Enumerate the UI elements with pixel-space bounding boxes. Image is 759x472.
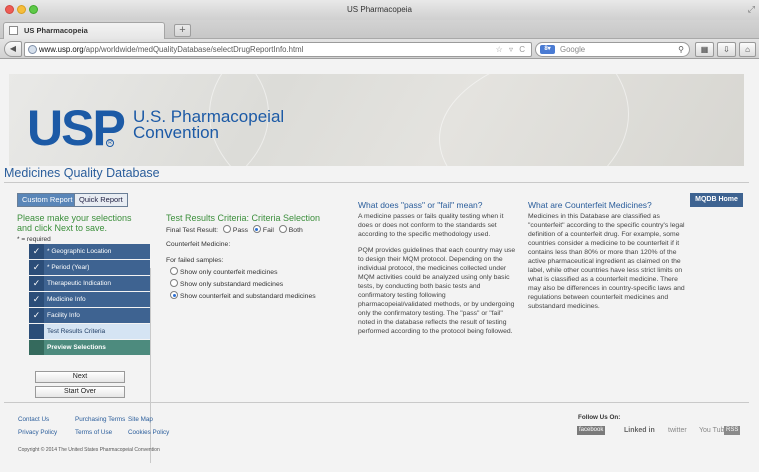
start-over-button[interactable]: Start Over — [35, 386, 125, 398]
page-content: USP R U.S. Pharmacopeial Convention Medi… — [0, 60, 759, 472]
window-title: US Pharmacopeia — [347, 5, 412, 14]
tab-us-pharmacopeia[interactable]: US Pharmacopeia — [3, 22, 165, 39]
pass-label: Pass — [232, 227, 249, 234]
step-test-results-criteria[interactable]: Test Results Criteria — [29, 324, 150, 339]
both-label: Both — [288, 227, 303, 234]
step-therapeutic-indication[interactable]: ✓ Therapeutic Indication — [29, 276, 150, 291]
instructions-heading: Please make your selections and click Ne… — [17, 213, 132, 233]
criteria-title: Test Results Criteria: Criteria Selectio… — [166, 213, 321, 223]
url-host: www.usp.org — [39, 45, 84, 54]
search-input[interactable]: 8▾ Google ⚲ — [535, 42, 690, 57]
url-bar[interactable]: www.usp.org/app/worldwide/medQualityData… — [24, 42, 532, 57]
search-icon[interactable]: ⚲ — [678, 43, 684, 56]
pass-fail-paragraph-2: PQM provides guidelines that each countr… — [358, 247, 516, 335]
step-facility-info[interactable]: ✓ Facility Info — [29, 308, 150, 323]
tab-label: US Pharmacopeia — [24, 26, 88, 35]
footer-link-privacy[interactable]: Privacy Policy — [18, 429, 57, 436]
globe-icon — [28, 45, 37, 54]
radio-button[interactable] — [170, 267, 178, 275]
counterfeit-paragraph: Medicines in this Database are classifie… — [528, 213, 685, 310]
url-path: /app/worldwide/medQualityDatabase/select… — [83, 45, 304, 54]
mqdb-home-button[interactable]: MQDB Home — [690, 193, 743, 207]
custom-report-tab[interactable]: Custom Report — [17, 193, 78, 207]
divider — [4, 402, 749, 403]
twitter-icon[interactable]: twitter — [668, 426, 687, 435]
step-preview-selections[interactable]: Preview Selections — [29, 340, 150, 355]
navigation-toolbar: ◀ www.usp.org/app/worldwide/medQualityDa… — [0, 39, 759, 59]
facebook-icon[interactable]: facebook — [577, 426, 606, 435]
footer-link-contact[interactable]: Contact Us — [18, 416, 49, 423]
sample-option-substandard[interactable]: Show only substandard medicines — [170, 279, 283, 290]
organization-name: U.S. Pharmacopeial Convention — [133, 107, 285, 142]
pass-fail-heading: What does "pass" or "fail" mean? — [358, 200, 483, 210]
close-window-button[interactable] — [5, 5, 14, 14]
search-placeholder: Google — [560, 45, 586, 54]
step-marker — [29, 324, 44, 339]
minimize-window-button[interactable] — [17, 5, 26, 14]
sample-option-counterfeit[interactable]: Show only counterfeit medicines — [170, 267, 277, 278]
check-icon: ✓ — [29, 244, 44, 259]
counterfeit-medicine-label: Counterfeit Medicine: — [166, 241, 231, 248]
registered-mark-icon: R — [106, 139, 114, 147]
download-icon[interactable]: ⇩ — [717, 42, 736, 57]
divider — [4, 182, 749, 183]
home-icon[interactable]: ⌂ — [739, 42, 756, 57]
follow-us-label: Follow Us On: — [578, 414, 621, 421]
check-icon: ✓ — [29, 292, 44, 307]
step-geographic-location[interactable]: ✓ * Geographic Location — [29, 244, 150, 259]
fail-label: Fail — [262, 227, 274, 234]
check-icon: ✓ — [29, 260, 44, 275]
footer-link-purchasing-terms[interactable]: Purchasing Terms — [75, 416, 125, 423]
final-test-result-group: Final Test Result: Pass Fail Both — [166, 225, 303, 237]
fail-radio[interactable] — [252, 225, 261, 233]
failed-samples-label: For failed samples: — [166, 257, 224, 264]
bookmarks-menu-button[interactable]: ▦ — [695, 42, 714, 57]
check-icon: ✓ — [29, 276, 44, 291]
back-button[interactable]: ◀ — [4, 41, 22, 57]
pass-fail-info: What does "pass" or "fail" mean? A medic… — [358, 200, 516, 343]
sample-option-both[interactable]: Show counterfeit and substandard medicin… — [170, 291, 316, 302]
pass-radio[interactable] — [222, 225, 231, 233]
window-titlebar: US Pharmacopeia ⤢ — [0, 0, 759, 20]
radio-button[interactable] — [170, 279, 178, 287]
copyright: Copyright © 2014 The United States Pharm… — [18, 447, 160, 453]
zoom-window-button[interactable] — [29, 5, 38, 14]
tab-bar: US Pharmacopeia + — [0, 20, 759, 39]
quick-report-tab[interactable]: Quick Report — [74, 193, 128, 207]
counterfeit-info: What are Counterfeit Medicines? Medicine… — [528, 200, 686, 318]
required-note: * = required — [17, 236, 51, 243]
google-icon[interactable]: 8▾ — [540, 45, 555, 54]
footer-link-cookies[interactable]: Cookies Policy — [128, 429, 169, 436]
pass-fail-paragraph-1: A medicine passes or fails quality testi… — [358, 213, 504, 238]
final-result-label: Final Test Result: — [166, 227, 219, 234]
check-icon: ✓ — [29, 308, 44, 323]
database-title: Medicines Quality Database — [4, 166, 160, 180]
page-favicon-icon — [9, 26, 18, 35]
step-period-year[interactable]: ✓ * Period (Year) — [29, 260, 150, 275]
footer-link-site-map[interactable]: Site Map — [128, 416, 153, 423]
new-tab-button[interactable]: + — [174, 24, 191, 37]
fullscreen-icon[interactable]: ⤢ — [748, 4, 755, 14]
rss-icon[interactable]: RSS — [724, 426, 741, 435]
bookmark-star-icon[interactable]: ☆ ▿ C — [496, 43, 527, 56]
step-medicine-info[interactable]: ✓ Medicine Info — [29, 292, 150, 307]
next-button[interactable]: Next — [35, 371, 125, 383]
selection-steps: ✓ * Geographic Location ✓ * Period (Year) … — [29, 244, 150, 356]
linkedin-icon[interactable]: Linked in — [624, 426, 655, 435]
radio-button[interactable] — [170, 291, 178, 299]
both-radio[interactable] — [278, 225, 287, 233]
counterfeit-heading: What are Counterfeit Medicines? — [528, 200, 652, 210]
step-marker — [29, 340, 44, 355]
footer-link-terms-of-use[interactable]: Terms of Use — [75, 429, 112, 436]
